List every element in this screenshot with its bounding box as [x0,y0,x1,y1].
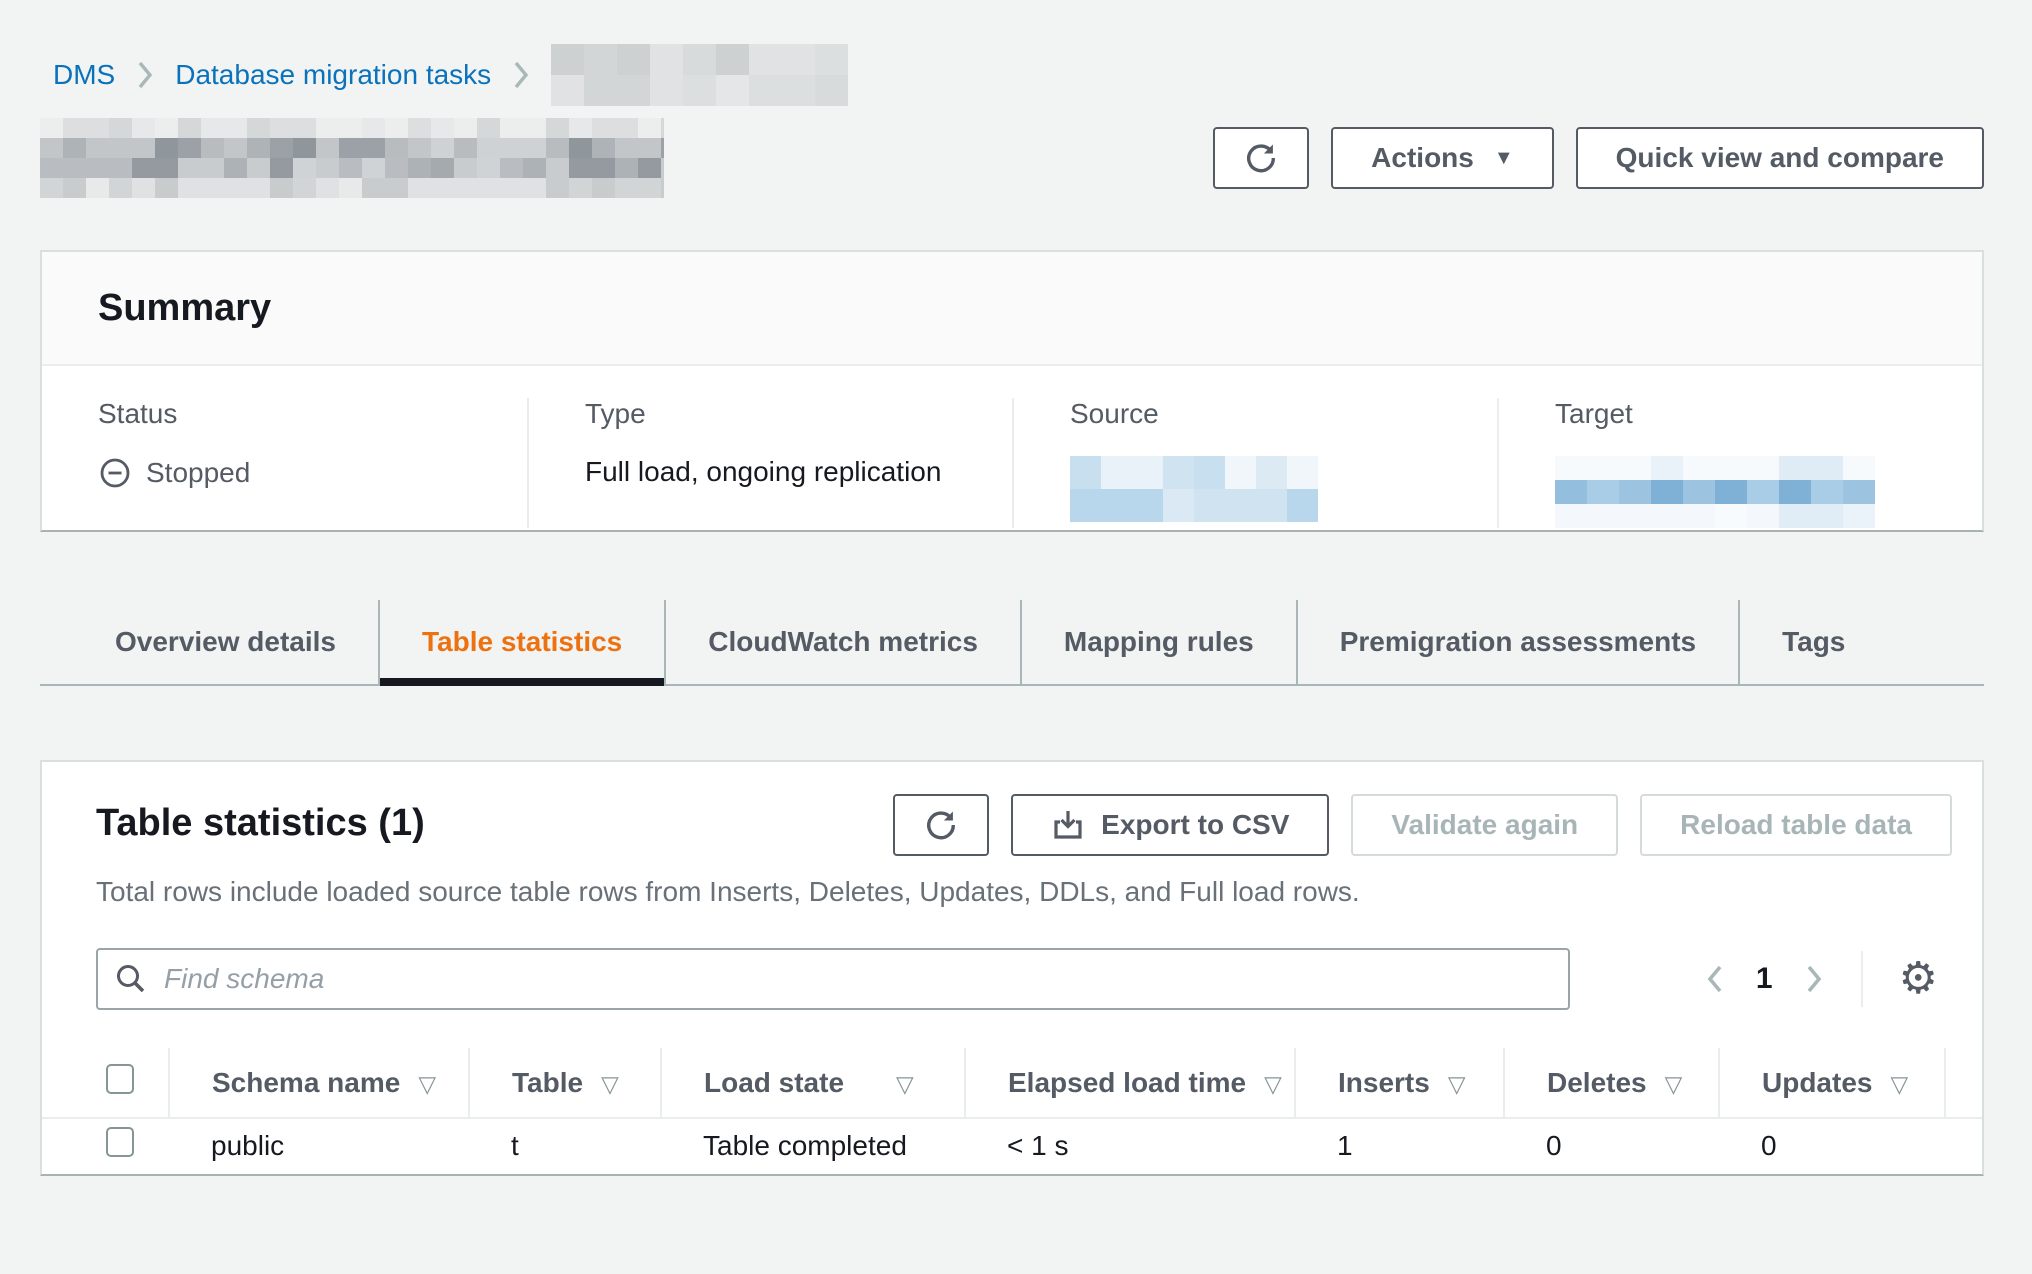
tab-premigration-assessments[interactable]: Premigration assessments [1296,600,1738,684]
summary-panel: Summary Status Stopped Type Full load, [40,250,1984,532]
preferences-gear-icon[interactable]: ⚙ [1899,957,1938,1001]
export-to-csv-button[interactable]: Export to CSV [1011,794,1329,856]
chevron-right-icon [135,59,155,91]
tab-overview-details[interactable]: Overview details [73,600,378,684]
cell-ddls: 0 [1945,1118,1984,1172]
cell-table: t [469,1118,661,1172]
tab-cloudwatch-metrics[interactable]: CloudWatch metrics [664,600,1020,684]
column-header-inserts[interactable]: Inserts▽ [1295,1048,1504,1118]
cell-schema-name: public [169,1118,469,1172]
summary-field-type: Type Full load, ongoing replication [527,398,1012,528]
sort-icon: ▽ [418,1071,436,1097]
page-number[interactable]: 1 [1756,962,1773,996]
table-statistics-title: Table statistics (1) [96,794,425,845]
table-header-row: Schema name▽ Table▽ Load state▽ Elapsed … [42,1048,1984,1118]
actions-button-label: Actions [1371,142,1474,174]
breadcrumb-current-redacted [551,44,848,106]
page-title-redacted [40,118,664,198]
sort-icon: ▽ [896,1071,914,1097]
breadcrumb-link-tasks[interactable]: Database migration tasks [175,59,491,91]
table-statistics-description: Total rows include loaded source table r… [96,876,1942,908]
summary-panel-header: Summary [42,252,1982,366]
summary-title: Summary [98,287,271,330]
sort-icon: ▽ [1264,1071,1282,1097]
cell-inserts: 1 [1295,1118,1504,1172]
refresh-icon [1243,140,1279,176]
header-actions: Actions ▼ Quick view and compare [1213,127,1984,189]
previous-page-button[interactable] [1704,962,1726,996]
field-label: Type [585,398,1012,430]
field-label: Status [98,398,527,430]
validate-again-label: Validate again [1391,809,1578,841]
summary-field-source: Source [1012,398,1497,528]
export-to-csv-label: Export to CSV [1101,809,1289,841]
sort-icon: ▽ [1665,1071,1683,1097]
reload-table-data-button[interactable]: Reload table data [1640,794,1952,856]
page-header: Actions ▼ Quick view and compare [40,118,1984,198]
column-header-load-state[interactable]: Load state▽ [661,1048,965,1118]
select-all-checkbox[interactable] [106,1064,134,1094]
table-refresh-button[interactable] [893,794,989,856]
download-icon [1051,808,1085,842]
status-value: Stopped [98,456,527,490]
cell-elapsed-load-time: < 1 s [965,1118,1295,1172]
table-row: public t Table completed < 1 s 1 0 0 0 [42,1118,1984,1172]
sort-icon: ▽ [1890,1071,1908,1097]
schema-search [96,948,1570,1010]
refresh-button[interactable] [1213,127,1309,189]
summary-field-target: Target [1497,398,1982,528]
column-header-updates[interactable]: Updates▽ [1719,1048,1945,1118]
caret-down-icon: ▼ [1494,147,1514,170]
sort-icon: ▽ [1448,1071,1466,1097]
cell-updates: 0 [1719,1118,1945,1172]
type-value: Full load, ongoing replication [585,456,1012,488]
quick-view-compare-button[interactable]: Quick view and compare [1576,127,1984,189]
reload-table-data-label: Reload table data [1680,809,1912,841]
refresh-icon [923,807,959,843]
toolbar-divider [1861,951,1863,1007]
table-statistics-panel: Table statistics (1) [40,760,1984,1176]
next-page-button[interactable] [1803,962,1825,996]
field-label: Target [1555,398,1982,430]
column-header-table[interactable]: Table▽ [469,1048,661,1118]
table-statistics-header: Table statistics (1) [96,794,1952,856]
tab-bar: Overview details Table statistics CloudW… [40,600,1984,686]
row-checkbox[interactable] [106,1127,134,1157]
column-header-schema-name[interactable]: Schema name▽ [169,1048,469,1118]
tab-tags[interactable]: Tags [1738,600,1887,684]
minus-circle-icon [98,456,132,490]
search-icon [114,962,148,996]
validate-again-button[interactable]: Validate again [1351,794,1618,856]
pagination: 1 ⚙ [1704,951,1938,1007]
dms-task-page: DMS Database migration tasks Actions [0,0,2032,1274]
cell-deletes: 0 [1504,1118,1719,1172]
field-label: Source [1070,398,1497,430]
actions-button[interactable]: Actions ▼ [1331,127,1553,189]
tab-table-statistics[interactable]: Table statistics [378,600,664,684]
status-text: Stopped [146,457,250,489]
find-schema-input[interactable] [96,948,1570,1010]
summary-field-status: Status Stopped [42,398,527,528]
column-header-elapsed-load-time[interactable]: Elapsed load time▽ [965,1048,1295,1118]
breadcrumb: DMS Database migration tasks [53,44,848,106]
quick-view-compare-label: Quick view and compare [1616,142,1944,174]
chevron-right-icon [511,59,531,91]
tab-mapping-rules[interactable]: Mapping rules [1020,600,1296,684]
source-endpoint-link-redacted[interactable] [1070,456,1318,522]
breadcrumb-link-dms[interactable]: DMS [53,59,115,91]
column-header-deletes[interactable]: Deletes▽ [1504,1048,1719,1118]
table-toolbar: 1 ⚙ [96,948,1938,1010]
column-header-ddls[interactable]: DDLs▽ [1945,1048,1984,1118]
cell-load-state: Table completed [661,1118,965,1172]
target-endpoint-link-redacted[interactable] [1555,456,1875,528]
summary-body: Status Stopped Type Full load, ongoing r… [42,366,1982,528]
table-statistics-actions: Export to CSV Validate again Reload tabl… [893,794,1952,856]
table-statistics-table: Schema name▽ Table▽ Load state▽ Elapsed … [42,1048,1984,1172]
sort-icon: ▽ [601,1071,619,1097]
